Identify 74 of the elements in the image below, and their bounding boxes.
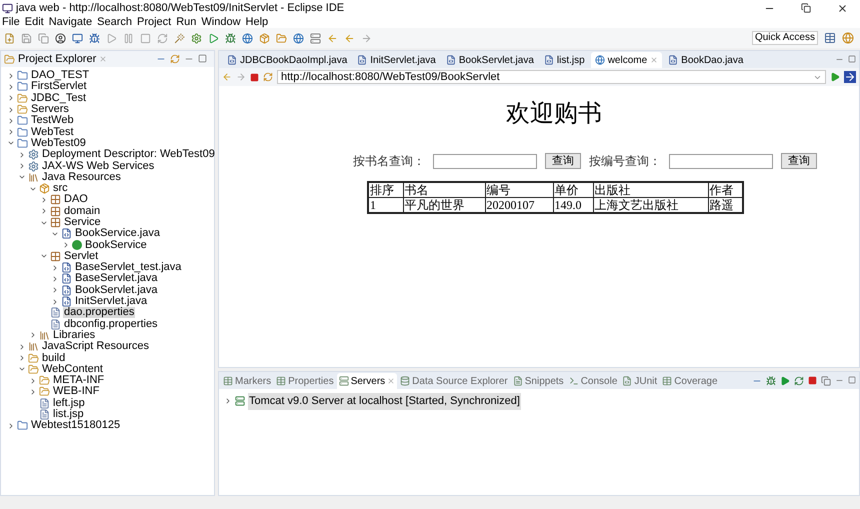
view-tab[interactable]: JUnit [620,373,660,389]
table-cell: 上海文艺出版社 [593,198,708,213]
editor-tab[interactable]: BookDao.java [664,52,748,68]
tree-item[interactable]: Servlet [63,250,100,262]
menu-item[interactable]: Search [97,16,132,28]
menu-item[interactable]: Help [246,16,268,28]
tree-item[interactable]: Java Resources [41,172,122,183]
table-header: 书名 [403,182,485,198]
table-cell: 1 [368,198,403,213]
view-tab[interactable]: Data Source Explorer [398,373,510,389]
menu-item[interactable]: Edit [24,16,44,28]
tree-item[interactable]: Servers [30,104,70,116]
table-header: 排序 [368,182,403,198]
tree-item[interactable]: BookService [84,240,148,251]
table-header: 编号 [485,182,553,198]
tree-item[interactable]: WEB-INF [52,386,100,398]
tree-item[interactable]: BookServlet.java [74,284,159,296]
view-tab[interactable]: Markers [221,373,274,389]
tree-item[interactable]: Service [63,217,102,228]
page-heading: 欢迎购书 [505,100,602,129]
tree-item[interactable]: DAO [63,194,89,206]
editor-tab[interactable]: JDBCBookDaoImpl.java [223,52,352,68]
tree-item[interactable]: Deployment Descriptor: WebTest09 [41,149,216,160]
tree-item[interactable]: FirstServlet [30,81,88,92]
table-header: 单价 [553,182,593,198]
tree-item[interactable]: BaseServlet_test.java [74,262,182,274]
view-tab[interactable]: Console [566,373,620,389]
quick-access-field[interactable]: Quick Access [752,31,818,45]
editor-tab[interactable]: InitServlet.java [353,52,440,68]
tree-item[interactable]: Webtest15180125 [30,420,122,432]
tree-item[interactable]: dbconfig.properties [63,318,159,330]
table-cell: 149.0 [553,198,593,213]
tree-item[interactable]: BookService.java [74,228,161,240]
table-cell: 平凡的世界 [403,198,485,213]
tree-item[interactable]: BaseServlet.java [74,273,159,284]
editor-tab[interactable]: BookServlet.java [442,52,538,68]
tree-item[interactable]: left.jsp [52,398,86,409]
menu-item[interactable]: File [2,16,20,28]
tree-item[interactable]: src [52,183,69,194]
menu-item[interactable]: Navigate [48,16,92,28]
tree-item[interactable]: dao.properties [63,307,136,318]
view-tab[interactable]: Snippets [510,373,566,389]
window-title: java web - http://localhost:8080/WebTest09/InitServlet - Eclipse IDE [16,0,344,16]
tree-item[interactable]: JAX-WS Web Services [41,160,156,172]
menu-item[interactable]: Project [136,16,172,28]
tree-item[interactable]: WebTest [30,126,75,138]
search-label: 按编号查询： [589,153,661,170]
tree-item[interactable]: JavaScript Resources [41,341,150,352]
tree-item[interactable]: WebTest09 [30,138,87,149]
tree-item[interactable]: domain [63,206,102,217]
query-button[interactable]: 查询 [545,153,581,169]
view-tab[interactable]: Properties [274,373,336,389]
tree-item[interactable]: build [41,352,66,364]
tree-item[interactable]: Libraries [52,330,96,341]
tree-item[interactable]: WebContent [41,364,104,375]
table-header: 出版社 [593,182,708,198]
editor-tab[interactable]: welcome [590,52,662,68]
table-cell: 20200107 [485,198,553,213]
tree-item[interactable]: DAO_TEST [30,70,90,82]
tree-item[interactable]: JDBC_Test [30,92,88,104]
view-tab[interactable]: Coverage [660,373,720,389]
view-tab[interactable]: Servers [336,373,398,389]
search-label: 按书名查询： [353,153,425,170]
tree-item[interactable]: TestWeb [30,115,75,126]
tree-item[interactable]: InitServlet.java [74,296,148,308]
menu-item[interactable]: Window [201,16,241,28]
menu-item[interactable]: Run [176,16,196,28]
editor-tab[interactable]: list.jsp [540,52,589,68]
url-field[interactable]: http://localhost:8080/WebTest09/BookServlet [277,70,826,84]
query-button[interactable]: 查询 [781,153,817,169]
tree-item[interactable]: list.jsp [52,409,85,420]
table-header: 作者 [708,182,743,198]
server-entry[interactable]: Tomcat v9.0 Server at localhost [Started, Synchronized] [248,393,521,410]
tree-item[interactable]: META-INF [52,375,106,386]
